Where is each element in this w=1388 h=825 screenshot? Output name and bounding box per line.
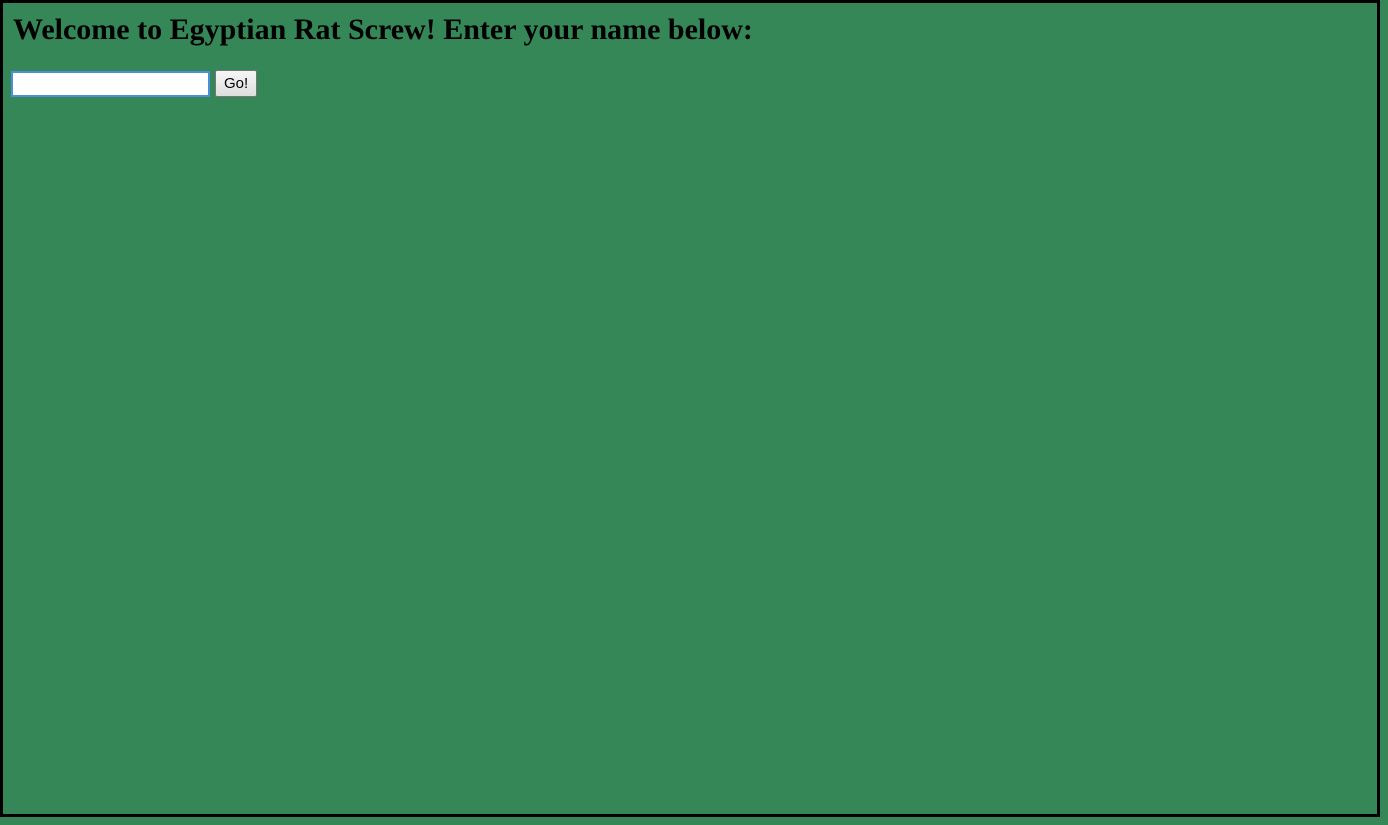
name-form: Go!	[11, 70, 258, 97]
welcome-heading: Welcome to Egyptian Rat Screw! Enter you…	[13, 13, 753, 46]
game-frame: Welcome to Egyptian Rat Screw! Enter you…	[0, 0, 1380, 817]
name-input[interactable]	[11, 70, 210, 97]
go-button[interactable]: Go!	[215, 70, 258, 97]
